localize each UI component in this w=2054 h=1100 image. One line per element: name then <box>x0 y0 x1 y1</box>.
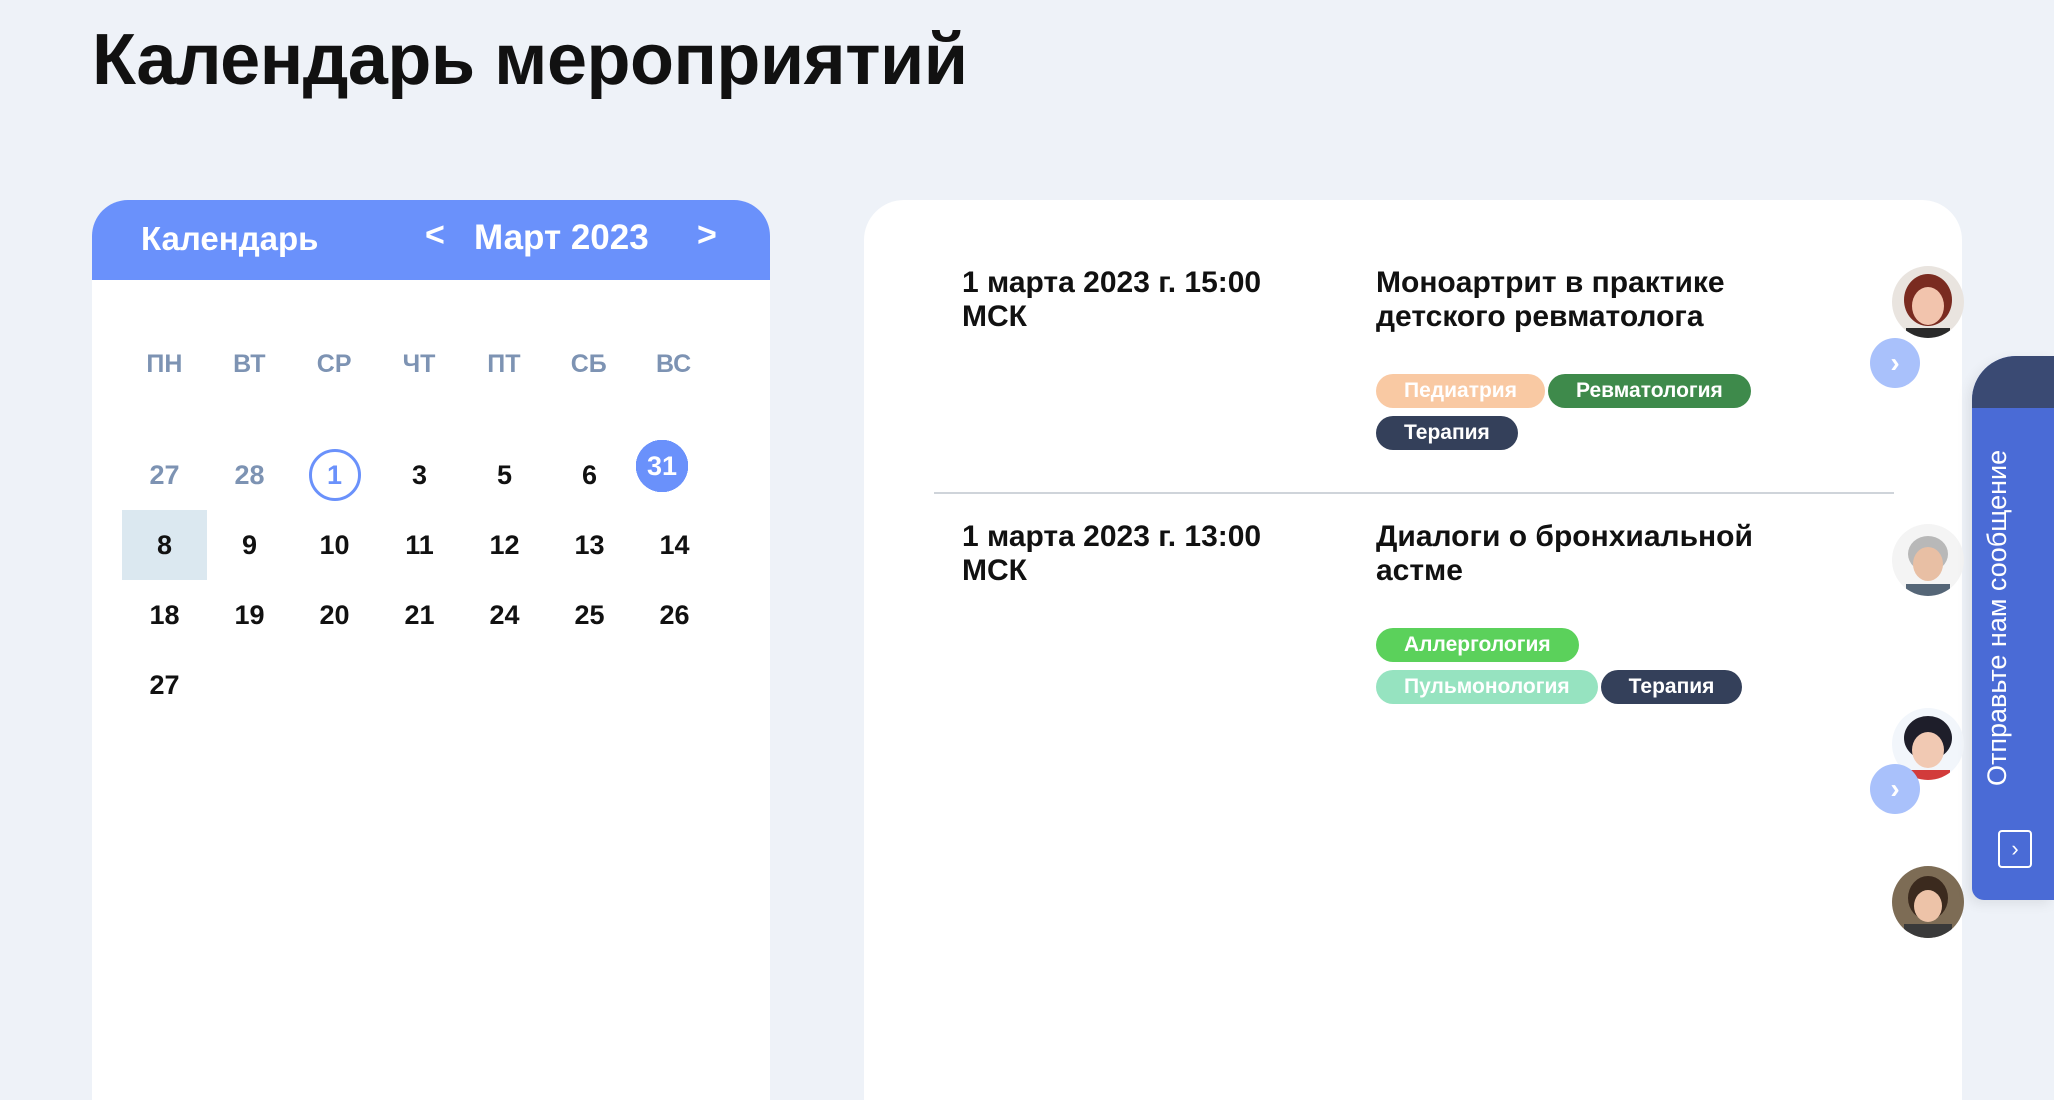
event-tags: Аллергология Пульмонология Терапия <box>1376 628 1836 712</box>
calendar-day-number: 18 <box>149 599 180 630</box>
weekday-label: ЧТ <box>402 350 436 378</box>
speaker-photo <box>1892 866 1964 938</box>
calendar-day-number: 11 <box>405 529 434 560</box>
speaker-avatar <box>1892 866 1964 938</box>
tag-therapy[interactable]: Терапия <box>1600 670 1743 704</box>
current-month: Март 2023 <box>474 218 649 257</box>
speaker-photo <box>1892 266 1964 338</box>
event-title[interactable]: Моноартрит в практике детского ревматоло… <box>1376 266 1796 334</box>
calendar-day-number: 27 <box>149 669 180 700</box>
calendar-day[interactable]: 10 <box>292 510 377 580</box>
tag-pulmonology[interactable]: Пульмонология <box>1376 670 1598 704</box>
calendar-day-number: 8 <box>156 529 173 560</box>
page-title: Календарь мероприятий <box>92 20 968 100</box>
calendar-day-number: 19 <box>234 599 265 630</box>
calendar-day-number: 10 <box>319 529 350 560</box>
weekday-label: СБ <box>570 350 607 378</box>
calendar-day[interactable]: 18 <box>122 580 207 650</box>
calendar-day[interactable]: 19 <box>207 580 292 650</box>
calendar-day-number: 9 <box>241 529 258 560</box>
weekday-label: ПТ <box>487 350 521 378</box>
chat-icon: › <box>1998 830 2032 868</box>
calendar-day-number: 13 <box>574 529 605 560</box>
calendar-day[interactable]: 8 <box>122 510 207 580</box>
calendar-day-number: 21 <box>404 599 435 630</box>
feedback-label: Отправьте нам сообщение <box>1982 449 2012 786</box>
calendar-day[interactable]: 31 <box>192 440 770 492</box>
feedback-tab[interactable]: Отправьте нам сообщение › <box>1972 356 2054 900</box>
calendar-day[interactable]: 9 <box>207 510 292 580</box>
calendar-title: Календарь <box>141 220 319 257</box>
calendar-day-number: 25 <box>574 599 605 630</box>
calendar-day[interactable]: 13 <box>547 510 632 580</box>
calendar-day[interactable]: 26 <box>632 580 717 650</box>
weekday-label: ПН <box>146 350 183 378</box>
next-month-button[interactable]: > <box>697 216 717 255</box>
calendar-day-number: 14 <box>659 529 690 560</box>
next-speaker-button[interactable]: › <box>1870 764 1920 814</box>
calendar-day-number: 20 <box>319 599 350 630</box>
calendar-day[interactable]: 12 <box>462 510 547 580</box>
calendar-day-number: 12 <box>489 529 520 560</box>
calendar-day[interactable]: 21 <box>377 580 462 650</box>
calendar-widget: Календарь < Март 2023 > ПН ВТ СР ЧТ ПТ СБ ВС 2… <box>92 200 770 1100</box>
event-divider <box>934 492 1894 494</box>
speaker-avatar <box>1892 524 1964 596</box>
prev-month-button[interactable]: < <box>425 216 445 255</box>
tag-therapy[interactable]: Терапия <box>1376 416 1518 450</box>
tag-rheumatology[interactable]: Ревматология <box>1547 374 1751 408</box>
next-speaker-button[interactable]: › <box>1870 338 1920 388</box>
calendar-day-number: 24 <box>489 599 520 630</box>
calendar-header: Календарь < Март 2023 > <box>92 200 770 280</box>
weekday-label: ВС <box>656 350 692 378</box>
calendar-day-number: 27 <box>149 459 180 490</box>
calendar-day-number: 26 <box>659 599 690 630</box>
weekday-header-row: ПН ВТ СР ЧТ ПТ СБ ВС <box>122 350 716 379</box>
calendar-day[interactable]: 20 <box>292 580 377 650</box>
calendar-day-number: 31 <box>636 440 688 492</box>
calendar-days-grid: 2728123456789101112131415161718192021222… <box>122 440 716 720</box>
event-date: 1 марта 2023 г. 15:00 МСК <box>962 266 1262 333</box>
speaker-avatar <box>1892 266 1964 338</box>
event-tags: Педиатрия Ревматология Терапия <box>1376 374 1836 458</box>
tag-allergology[interactable]: Аллергология <box>1376 628 1579 662</box>
tag-pediatrics[interactable]: Педиатрия <box>1376 374 1545 408</box>
weekday-label: ВТ <box>233 350 266 378</box>
calendar-day[interactable]: 11 <box>377 510 462 580</box>
calendar-day[interactable]: 24 <box>462 580 547 650</box>
speaker-photo <box>1892 524 1964 596</box>
event-title[interactable]: Диалоги о бронхиальной астме <box>1376 520 1796 588</box>
calendar-day[interactable]: 14 <box>632 510 717 580</box>
calendar-day[interactable]: 25 <box>547 580 632 650</box>
event-date: 1 марта 2023 г. 13:00 МСК <box>962 520 1262 587</box>
calendar-day[interactable]: 27 <box>122 650 207 720</box>
events-panel: 1 марта 2023 г. 15:00 МСК Моноартрит в п… <box>864 200 1964 1100</box>
weekday-label: СР <box>316 350 352 378</box>
